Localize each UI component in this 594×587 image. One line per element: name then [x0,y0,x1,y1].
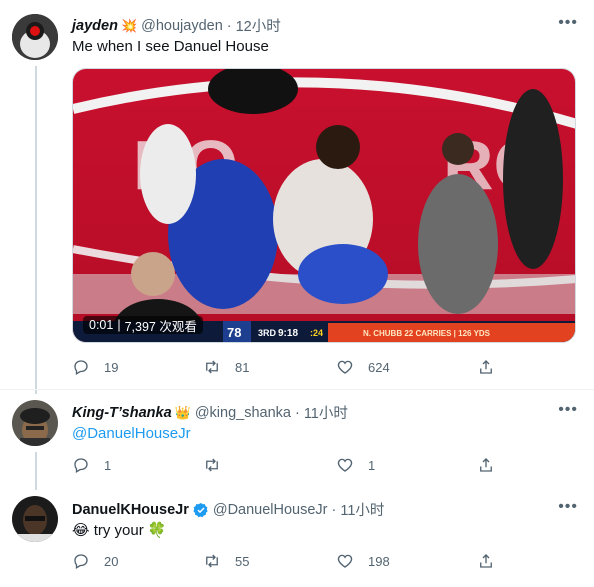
retweet-icon [206,554,218,568]
separator-dot: · [331,501,337,518]
reply-count: 1 [104,457,112,473]
tweet[interactable]: King-T’shanka 👑 @king_shanka · 11小时 ••• … [0,390,594,486]
name-emoji: 👑 [174,404,191,420]
separator-dot: · [294,404,300,421]
share-button[interactable] [477,358,495,376]
reply-icon [74,360,88,375]
action-bar: 20 55 198 [72,552,512,572]
share-icon [480,554,492,568]
video-elapsed: 0:01 [89,318,114,332]
name-emoji: 💥 [120,17,138,33]
tweet-header: King-T’shanka 👑 @king_shanka · 11小时 [72,402,348,423]
like-button[interactable]: 198 [336,552,390,570]
timestamp[interactable]: 11小时 [304,402,348,423]
like-button[interactable]: 624 [336,358,390,376]
reply-button[interactable]: 20 [72,552,118,570]
video-stats-overlay: 0:01 | 7,397 次观看 [83,316,203,334]
retweet-icon [206,458,218,472]
action-bar: 1 1 [72,456,512,476]
like-count: 1 [368,457,376,473]
video-player[interactable]: RO RO 78 3RD 9:18 :24 N. CHUBB 22 CARRIE… [72,68,576,343]
tweet-text-body: try your [93,522,144,539]
clover-emoji: 🍀 [147,522,167,539]
avatar[interactable] [12,496,58,542]
more-icon[interactable]: ••• [558,14,578,32]
more-icon[interactable]: ••• [558,498,578,516]
reply-icon [74,458,88,473]
timestamp[interactable]: 12小时 [236,15,281,36]
like-button[interactable]: 1 [336,456,375,474]
display-name[interactable]: DanuelKHouseJr [72,502,189,518]
timestamp[interactable]: 11小时 [340,499,384,520]
text-emoji: 😂 [72,522,90,539]
retweet-button[interactable] [203,456,221,474]
reply-button[interactable]: 1 [72,456,111,474]
like-icon [337,360,353,374]
verified-icon [193,502,209,518]
video-frame: RO RO 78 3RD 9:18 :24 N. CHUBB 22 CARRIE… [73,69,575,342]
separator-dot: · [226,17,232,34]
handle[interactable]: @king_shanka [195,405,291,421]
scoreboard-quarter: 3RD [258,328,277,338]
tweet-text: Me when I see Danuel House [72,38,269,55]
scoreboard-clock: 9:18 [278,328,298,339]
share-button[interactable] [477,456,495,474]
tweet-header: jayden 💥 @houjayden · 12小时 [72,15,281,36]
avatar[interactable] [12,400,58,446]
share-button[interactable] [477,552,495,570]
reply-count: 19 [104,359,119,375]
retweet-button[interactable]: 55 [203,552,249,570]
reply-icon [74,554,88,569]
like-count: 198 [368,553,390,569]
separator: | [117,318,121,332]
handle[interactable]: @DanuelHouseJr [213,502,328,518]
mention-link[interactable]: @DanuelHouseJr [72,425,191,442]
more-icon[interactable]: ••• [558,401,578,419]
display-name[interactable]: jayden [72,18,118,34]
reply-count: 20 [104,553,119,569]
scoreboard-ticker: N. CHUBB 22 CARRIES | 126 YDS [363,329,491,338]
retweet-button[interactable]: 81 [203,358,249,376]
share-icon [480,360,492,374]
handle[interactable]: @houjayden [141,18,223,34]
retweet-count: 55 [235,553,250,569]
tweet-header: DanuelKHouseJr @DanuelHouseJr · 11小时 [72,499,384,520]
scoreboard-shot-clock: :24 [310,328,323,338]
like-icon [337,458,353,472]
reply-button[interactable]: 19 [72,358,118,376]
avatar[interactable] [12,14,58,60]
tweet[interactable]: DanuelKHouseJr @DanuelHouseJr · 11小时 •••… [0,486,594,587]
video-views: 7,397 次观看 [124,319,197,334]
display-name[interactable]: King-T’shanka [72,405,172,421]
like-count: 624 [368,359,390,375]
share-icon [480,458,492,472]
tweet-text: @DanuelHouseJr [72,425,191,442]
tweet-text: 😂 try your 🍀 [72,521,167,539]
scoreboard-score: 78 [227,325,241,340]
retweet-count: 81 [235,359,250,375]
action-bar: 19 81 624 [72,358,512,378]
like-icon [337,554,353,568]
retweet-icon [206,360,218,374]
tweet[interactable]: jayden 💥 @houjayden · 12小时 ••• Me when I… [0,0,594,389]
